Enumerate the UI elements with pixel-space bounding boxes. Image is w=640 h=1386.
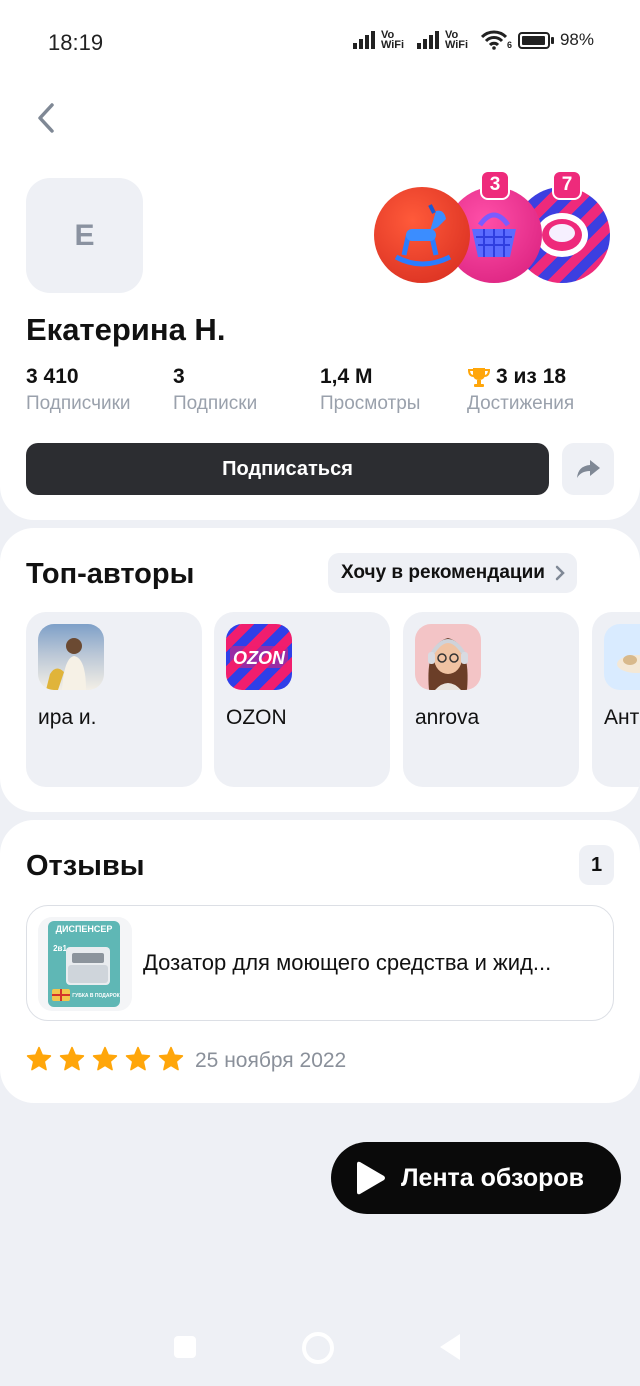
- achievements-value: 3 из 18: [496, 365, 567, 388]
- star-icon: [125, 1046, 151, 1071]
- recommend-me-label: Хочу в рекомендации: [341, 562, 545, 583]
- battery-icon: [517, 31, 554, 49]
- star-icon: [92, 1046, 118, 1071]
- stat-value: 1,4 М: [320, 365, 373, 388]
- vowifi-label-2: Vo WiFi: [444, 29, 469, 51]
- reviews-title: Отзывы: [26, 850, 145, 882]
- svg-text:OZON: OZON: [233, 648, 286, 668]
- basket-badge-count: 3: [480, 170, 510, 200]
- thumb-text-gift: ГУБКА В ПОДАРОК: [72, 993, 120, 999]
- user-name: Екатерина Н.: [26, 312, 226, 347]
- stat-label: Просмотры: [320, 393, 421, 414]
- recommend-me-button[interactable]: Хочу в рекомендации: [328, 553, 577, 593]
- author-name: anrova: [415, 706, 480, 729]
- stat-value: 3 410: [26, 365, 79, 388]
- rocking-horse-icon: [394, 204, 452, 267]
- chevron-left-icon: [38, 103, 54, 133]
- stat-following[interactable]: 3 Подписки: [173, 365, 257, 415]
- share-arrow-icon: [577, 460, 600, 478]
- wifi-icon: 6: [480, 30, 512, 50]
- author-avatar: [38, 624, 104, 690]
- battery-percent: 98%: [559, 30, 594, 49]
- author-avatar: [415, 624, 481, 690]
- stat-value-achievements: 3 из 18: [467, 365, 574, 389]
- stat-value: 3: [173, 365, 185, 388]
- signal-icon: [352, 31, 375, 49]
- author-name: ира и.: [38, 706, 97, 729]
- author-name: OZON: [226, 706, 287, 729]
- star-icon: [158, 1046, 184, 1071]
- rocking-horse-badge[interactable]: [374, 187, 470, 283]
- trophy-icon: [467, 368, 491, 387]
- reviews-section: Отзывы 1 ДИСПЕНСЕР 2в1 ГУБКА В ПОДАРОК Д…: [0, 820, 640, 1103]
- author-card[interactable]: Ант: [592, 612, 640, 787]
- author-card[interactable]: ира и.: [26, 612, 202, 787]
- chevron-right-icon: [555, 565, 565, 581]
- wifi-badge: 6: [506, 40, 512, 50]
- ring-badge-count: 7: [552, 170, 582, 200]
- stat-label: Подписки: [173, 393, 258, 414]
- review-product-card[interactable]: ДИСПЕНСЕР 2в1 ГУБКА В ПОДАРОК Дозатор дл…: [26, 905, 614, 1021]
- reviews-count-badge: 1: [579, 845, 614, 885]
- review-product-name: Дозатор для моющего средства и жид...: [143, 950, 552, 975]
- avatar[interactable]: E: [26, 178, 143, 293]
- stat-label: Подписчики: [26, 393, 131, 414]
- stat-achievements[interactable]: 3 из 18 Достижения: [467, 365, 574, 415]
- rating-stars: [26, 1046, 184, 1072]
- home-button[interactable]: [302, 1332, 334, 1364]
- back-button[interactable]: [26, 96, 66, 140]
- vowifi-label-1: Vo WiFi: [380, 29, 405, 51]
- system-nav-bar: [0, 1318, 640, 1378]
- recent-apps-button[interactable]: [174, 1336, 196, 1358]
- reviews-feed-label: Лента обзоров: [401, 1163, 585, 1192]
- subscribe-button[interactable]: Подписаться: [26, 443, 549, 495]
- share-button[interactable]: [562, 443, 614, 495]
- reviews-feed-button[interactable]: Лента обзоров: [331, 1142, 621, 1214]
- top-authors-title: Топ-авторы: [26, 558, 195, 590]
- author-card[interactable]: OZON OZON: [214, 612, 390, 787]
- star-icon: [26, 1046, 52, 1071]
- top-authors-section: Топ-авторы Хочу в рекомендации ира и. OZ…: [0, 528, 640, 812]
- review-date: 25 ноября 2022: [195, 1049, 347, 1072]
- play-icon: [357, 1161, 385, 1195]
- signal-icon-2: [416, 31, 439, 49]
- stat-followers[interactable]: 3 410 Подписчики: [26, 365, 131, 415]
- product-thumbnail: ДИСПЕНСЕР 2в1 ГУБКА В ПОДАРОК: [38, 917, 132, 1011]
- author-card[interactable]: anrova: [403, 612, 579, 787]
- system-back-button[interactable]: [440, 1334, 460, 1360]
- status-time: 18:19: [48, 30, 104, 55]
- author-avatar: [604, 624, 640, 690]
- profile-card: E 7 3 Екатерина Н. 3 410 Подписчики 3 По…: [0, 60, 640, 520]
- ozon-logo-icon: OZON: [226, 624, 292, 690]
- status-icons: Vo WiFi Vo WiFi 6 98%: [352, 29, 594, 51]
- thumb-text-2in1: 2в1: [53, 944, 67, 953]
- stat-views: 1,4 М Просмотры: [320, 365, 420, 415]
- star-icon: [59, 1046, 85, 1071]
- achievement-badges[interactable]: 7 3: [374, 170, 614, 284]
- stat-label: Достижения: [467, 393, 575, 414]
- author-name: Ант: [604, 706, 640, 729]
- thumb-text-title: ДИСПЕНСЕР: [56, 924, 113, 934]
